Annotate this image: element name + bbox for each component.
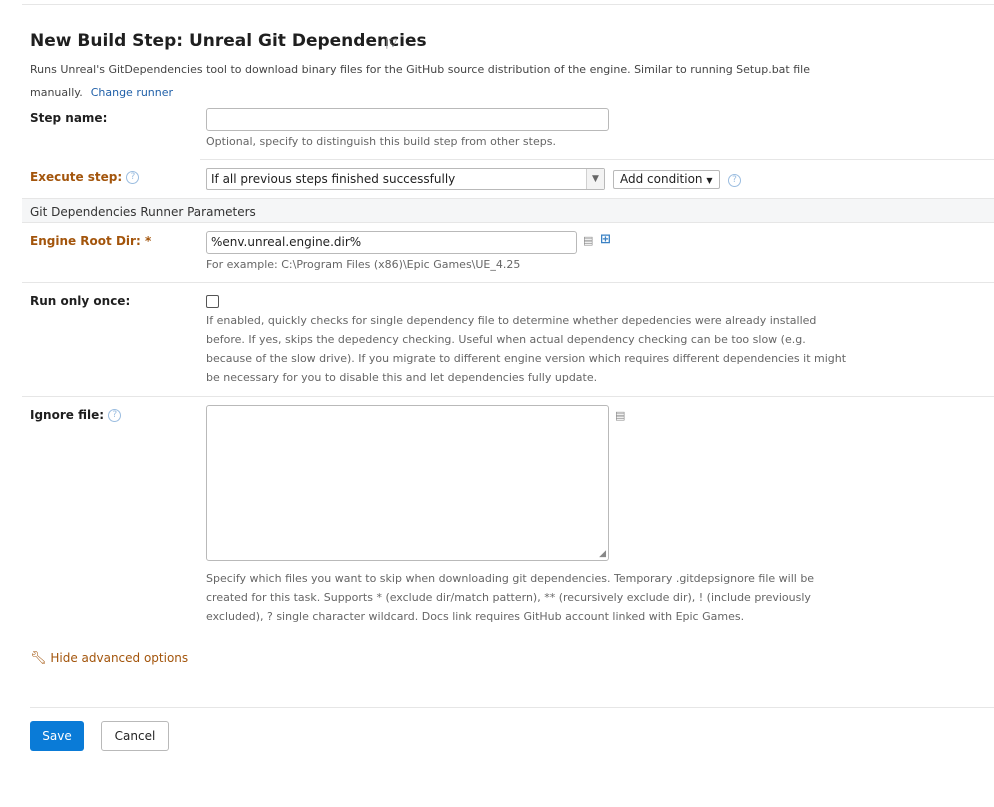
top-divider bbox=[22, 4, 994, 5]
cancel-button[interactable]: Cancel bbox=[101, 721, 169, 751]
step-name-divider bbox=[200, 159, 994, 160]
add-condition-button[interactable]: Add condition ▼ bbox=[613, 170, 720, 189]
run-once-note: If enabled, quickly checks for single de… bbox=[206, 314, 847, 384]
wrench-icon: 🔧︎ bbox=[30, 651, 47, 666]
ignore-file-textarea[interactable]: ◢ bbox=[206, 405, 609, 561]
ignore-file-note: Specify which files you want to skip whe… bbox=[206, 572, 815, 623]
parameter-tree-icon[interactable]: ⊞ bbox=[600, 232, 611, 247]
dropdown-arrow-icon[interactable]: ▼ bbox=[586, 169, 604, 189]
text-editor-icon[interactable]: ▤ bbox=[615, 409, 625, 422]
engine-root-label: Engine Root Dir: * bbox=[30, 234, 151, 248]
help-icon[interactable]: ? bbox=[126, 171, 140, 184]
resize-grip-icon[interactable]: ◢ bbox=[599, 550, 606, 559]
step-name-note: Optional, specify to distinguish this bu… bbox=[206, 135, 556, 148]
title-menu[interactable]: |▽ bbox=[385, 36, 397, 49]
hide-advanced-label: Hide advanced options bbox=[50, 651, 189, 665]
page-title: New Build Step: Unreal Git Dependencies bbox=[30, 31, 427, 51]
help-icon[interactable]: ? bbox=[728, 174, 741, 187]
caret-down-icon[interactable]: ▽ bbox=[389, 36, 397, 49]
step-name-label: Step name: bbox=[30, 111, 108, 125]
step-name-input[interactable] bbox=[206, 108, 609, 131]
run-once-label: Run only once: bbox=[30, 294, 131, 308]
ignore-file-label: Ignore file: ? bbox=[30, 408, 122, 422]
engine-root-label-text: Engine Root Dir: bbox=[30, 234, 141, 248]
text-editor-icon[interactable]: ▤ bbox=[583, 234, 593, 247]
footer-divider bbox=[30, 707, 994, 708]
engine-root-divider bbox=[22, 282, 994, 283]
required-mark: * bbox=[144, 234, 152, 248]
ignore-file-label-text: Ignore file: bbox=[30, 408, 105, 422]
engine-root-input[interactable]: %env.unreal.engine.dir% bbox=[206, 231, 577, 254]
change-runner-link[interactable]: Change runner bbox=[91, 86, 173, 99]
run-once-checkbox[interactable] bbox=[206, 295, 219, 308]
add-condition-label: Add condition bbox=[620, 172, 703, 186]
run-once-divider bbox=[22, 396, 994, 397]
help-icon[interactable]: ? bbox=[108, 409, 122, 422]
execute-step-label: Execute step: ? bbox=[30, 170, 140, 184]
page-description: Runs Unreal's GitDependencies tool to do… bbox=[30, 58, 820, 104]
execute-step-select[interactable]: If all previous steps finished successfu… bbox=[206, 168, 605, 190]
engine-root-note: For example: C:\Program Files (x86)\Epic… bbox=[206, 258, 521, 271]
hide-advanced-link[interactable]: 🔧︎ Hide advanced options bbox=[30, 651, 188, 666]
save-button[interactable]: Save bbox=[30, 721, 84, 751]
chevron-down-icon: ▼ bbox=[706, 176, 713, 185]
section-title: Git Dependencies Runner Parameters bbox=[30, 205, 256, 219]
execute-step-label-text: Execute step: bbox=[30, 170, 123, 184]
execute-step-selected: If all previous steps finished successfu… bbox=[211, 172, 456, 186]
condition-help[interactable]: ? bbox=[728, 173, 741, 187]
